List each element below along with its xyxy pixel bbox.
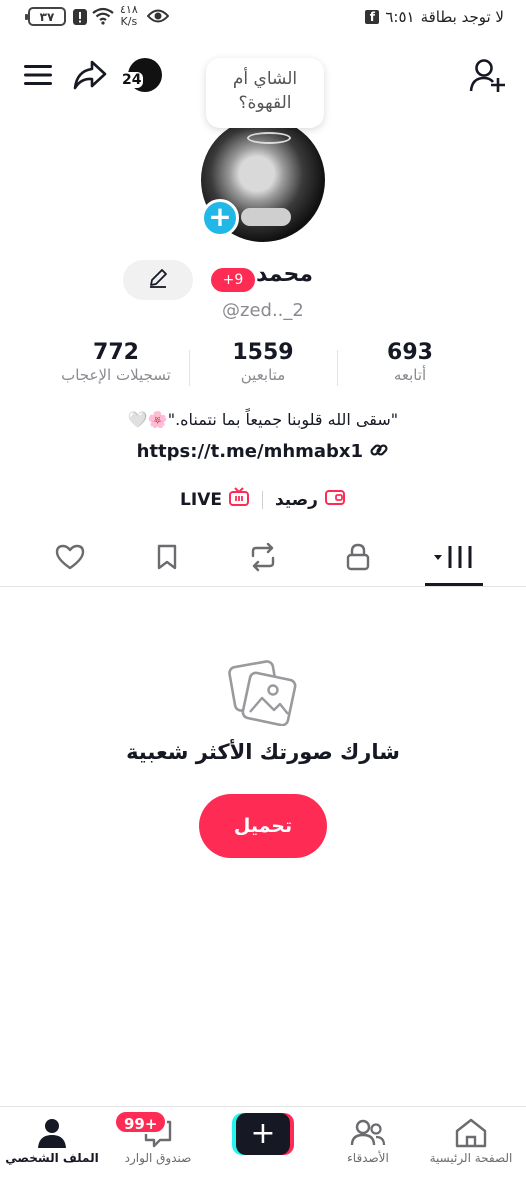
lock-icon bbox=[344, 542, 372, 576]
network-speed-unit: K/s bbox=[120, 15, 138, 28]
note-bubble[interactable]: الشاي أم القهوة؟ bbox=[206, 58, 324, 128]
tab-reposts[interactable] bbox=[243, 542, 283, 576]
stats-row: 693 أتابعه 1559 متابعين 772 تسجيلات الإع… bbox=[0, 340, 526, 390]
add-friend-icon[interactable] bbox=[468, 58, 508, 98]
empty-state-title: شارك صورتك الأكثر شعبية bbox=[126, 740, 400, 764]
chip-divider bbox=[261, 490, 263, 509]
pencil-icon bbox=[147, 267, 169, 293]
likes-count: 772 bbox=[93, 340, 139, 365]
avatar-halo bbox=[247, 132, 291, 144]
tab-liked[interactable] bbox=[50, 543, 90, 575]
nav-friends-label: الأصدقاء bbox=[347, 1151, 389, 1165]
stat-followers[interactable]: 1559 متابعين bbox=[188, 340, 338, 384]
edit-profile-button[interactable] bbox=[123, 260, 193, 300]
alert-icon bbox=[72, 8, 88, 30]
link-url[interactable]: https://t.me/mhmabx1 bbox=[137, 441, 363, 462]
content-tabs bbox=[0, 535, 526, 587]
link-icon bbox=[369, 440, 389, 465]
share-icon[interactable] bbox=[72, 58, 108, 96]
live-label: LIVE bbox=[180, 489, 222, 510]
wifi-icon bbox=[92, 7, 114, 29]
nav-profile[interactable]: الملف الشخصي bbox=[0, 1115, 104, 1165]
tab-private[interactable] bbox=[338, 543, 378, 575]
grid-icon bbox=[432, 543, 476, 575]
profile-icon bbox=[0, 1115, 104, 1151]
inbox-badge: 99+ bbox=[114, 1110, 168, 1134]
menu-icon[interactable] bbox=[22, 62, 54, 92]
likes-label: تسجيلات الإعجاب bbox=[61, 366, 171, 384]
following-count: 693 bbox=[387, 340, 433, 365]
battery-indicator: ٣٧ bbox=[25, 7, 66, 26]
home-icon bbox=[419, 1115, 523, 1151]
profile-link[interactable]: https://t.me/mhmabx1 bbox=[0, 440, 526, 465]
balance-chip[interactable]: رصيد bbox=[275, 487, 346, 512]
network-speed: ٤١٨ K/s bbox=[120, 4, 138, 28]
facebook-icon: f bbox=[365, 10, 380, 24]
friends-icon bbox=[316, 1115, 420, 1151]
tab-favorites[interactable] bbox=[147, 543, 187, 575]
active-tab-indicator bbox=[425, 583, 483, 586]
battery-level: ٣٧ bbox=[39, 9, 55, 24]
nav-home[interactable]: الصفحة الرئيسية bbox=[419, 1115, 523, 1165]
status-time: ٦:٥١ bbox=[385, 8, 415, 26]
create-button[interactable]: + bbox=[232, 1113, 294, 1155]
notification-badge[interactable]: +9 bbox=[211, 268, 255, 292]
profile-chips: LIVE رصيد bbox=[0, 487, 526, 512]
wallet-icon bbox=[324, 487, 346, 512]
story-count: 24 bbox=[120, 72, 144, 88]
story-counter[interactable]: 24 bbox=[120, 58, 164, 92]
live-chip[interactable]: LIVE bbox=[180, 487, 250, 512]
live-tv-icon bbox=[228, 487, 250, 512]
carrier-text: لا توجد بطاقة bbox=[420, 8, 504, 26]
plus-icon: + bbox=[236, 1113, 290, 1155]
nav-inbox-label: صندوق الوارد bbox=[124, 1151, 192, 1165]
followers-label: متابعين bbox=[240, 366, 286, 384]
tab-videos[interactable] bbox=[426, 543, 482, 575]
repost-icon bbox=[247, 542, 279, 576]
note-text: الشاي أم القهوة؟ bbox=[232, 69, 298, 113]
status-bar: ٣٧ ٤١٨ K/s لا توجد بطاقة ٦:٥١ f bbox=[0, 0, 526, 34]
upload-button[interactable]: تحميل bbox=[199, 794, 327, 858]
balance-label: رصيد bbox=[274, 489, 318, 510]
photos-icon bbox=[228, 660, 298, 730]
nav-friends[interactable]: الأصدقاء bbox=[316, 1115, 420, 1165]
following-label: أتابعه bbox=[393, 366, 427, 384]
stat-following[interactable]: 693 أتابعه bbox=[335, 340, 485, 384]
nav-home-label: الصفحة الرئيسية bbox=[429, 1151, 513, 1165]
eye-icon bbox=[146, 9, 170, 27]
bookmark-icon bbox=[155, 543, 179, 575]
followers-count: 1559 bbox=[232, 340, 294, 365]
profile-username[interactable]: @zed.._2 bbox=[222, 300, 304, 321]
profile-name: محمد bbox=[256, 262, 313, 287]
status-right: لا توجد بطاقة ٦:٥١ f bbox=[365, 8, 504, 26]
nav-profile-label: الملف الشخصي bbox=[5, 1151, 99, 1165]
add-avatar-button[interactable]: + bbox=[201, 199, 239, 237]
avatar-cloud bbox=[241, 208, 291, 226]
stat-likes[interactable]: 772 تسجيلات الإعجاب bbox=[41, 340, 191, 384]
heart-icon bbox=[55, 543, 85, 575]
profile-bio: "سقى الله قلوبنا جميعاً بما نتمناه."🌸🤍 bbox=[127, 410, 399, 429]
